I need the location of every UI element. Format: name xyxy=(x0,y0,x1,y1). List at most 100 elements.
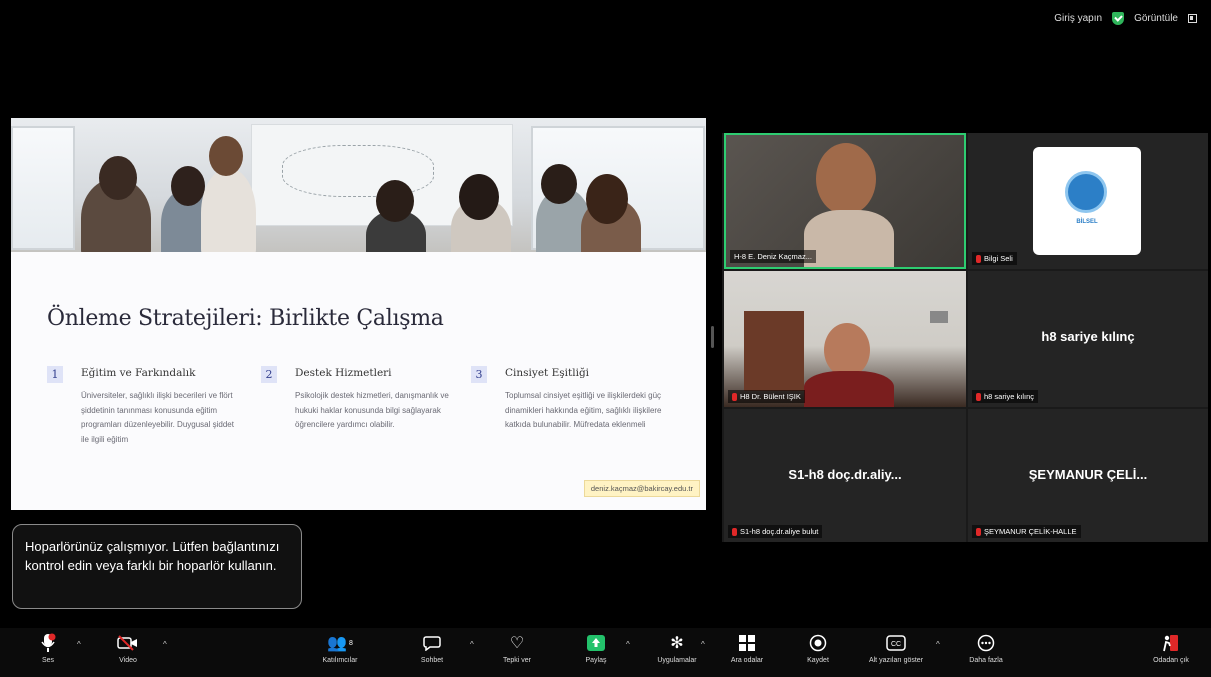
participant-face xyxy=(824,323,870,377)
chat-icon xyxy=(423,632,441,654)
more-button[interactable]: Daha fazla xyxy=(951,632,1021,664)
background-shelf xyxy=(744,311,804,391)
captions-button[interactable]: CC Alt yazıları göster xyxy=(861,632,931,664)
participant-body xyxy=(804,210,894,267)
logo-globe-icon xyxy=(1065,171,1107,213)
strategy-body: Üniversiteler, sağlıklı ilişki beceriler… xyxy=(81,391,234,444)
apps-options-caret-icon[interactable]: ^ xyxy=(701,640,705,649)
logo-text: BİLSEL xyxy=(1076,219,1098,225)
audio-button[interactable]: Ses xyxy=(13,632,83,664)
participant-tile[interactable]: H8 Dr. Bülent IŞIK xyxy=(724,271,966,407)
security-shield-icon[interactable] xyxy=(1112,12,1125,25)
apps-label: Uygulamalar xyxy=(657,657,697,664)
video-label: Video xyxy=(119,657,137,664)
strategy-number: 3 xyxy=(471,366,487,383)
share-label: Paylaş xyxy=(585,657,607,664)
participant-tile[interactable]: BİLSEL Bilgi Seli xyxy=(968,133,1208,269)
speaker-warning-toast: Hoparlörünüz çalışmıyor. Lütfen bağlantı… xyxy=(12,524,302,609)
mic-muted-icon xyxy=(976,254,981,263)
record-label: Kaydet xyxy=(807,657,829,664)
strategy-body: Toplumsal cinsiyet eşitliği ve ilişkiler… xyxy=(505,391,662,429)
leave-label: Odadan çık xyxy=(1153,657,1189,664)
video-options-caret-icon[interactable]: ^ xyxy=(163,640,167,649)
mic-muted-icon xyxy=(976,392,981,401)
participant-label: h8 sariye kılınç xyxy=(972,390,1039,403)
chat-label: Sohbet xyxy=(420,657,444,664)
breakout-rooms-button[interactable]: Ara odalar xyxy=(712,632,782,664)
breakout-rooms-icon xyxy=(738,632,756,654)
captions-label: Alt yazıları göster xyxy=(868,657,924,664)
mic-muted-icon xyxy=(976,527,981,536)
participant-label: Bilgi Seli xyxy=(972,252,1017,265)
view-button[interactable]: Görüntüle xyxy=(1134,13,1178,24)
participant-name: h8 sariye kılınç xyxy=(984,392,1035,401)
video-off-icon xyxy=(117,632,139,654)
shared-screen: Önleme Stratejileri: Birlikte Çalışma 1 … xyxy=(11,118,706,510)
react-button[interactable]: ♡ Tepki ver xyxy=(482,632,552,664)
participant-tile[interactable]: ŞEYMANUR ÇELİ... ŞEYMANUR ÇELİK-HALLE xyxy=(968,409,1208,542)
more-icon xyxy=(977,632,995,654)
participants-button[interactable]: 👥 8 Katılımcılar xyxy=(305,632,375,664)
share-screen-icon xyxy=(586,632,606,654)
participant-name: H-8 E. Deniz Kaçmaz... xyxy=(734,252,812,261)
record-icon xyxy=(809,632,827,654)
strategy-number: 1 xyxy=(47,366,63,383)
strategy-heading: Destek Hizmetleri xyxy=(295,367,392,379)
audio-label: Ses xyxy=(41,657,55,664)
more-label: Daha fazla xyxy=(969,657,1003,664)
participant-name: ŞEYMANUR ÇELİK-HALLE xyxy=(984,527,1077,536)
participant-tile[interactable]: H-8 E. Deniz Kaçmaz... xyxy=(724,133,966,269)
participant-label: S1-h8 doç.dr.aliye bulut xyxy=(728,525,823,538)
participant-label: H-8 E. Deniz Kaçmaz... xyxy=(730,250,816,263)
photo-person-head xyxy=(586,174,628,224)
photo-person-head xyxy=(209,136,243,176)
presenter-email: deniz.kaçmaz@bakircay.edu.tr xyxy=(583,480,700,497)
strategy-heading: Eğitim ve Farkındalık xyxy=(81,367,196,379)
mic-muted-icon xyxy=(732,527,737,536)
participant-label: H8 Dr. Bülent IŞIK xyxy=(728,390,805,403)
slide-title: Önleme Stratejileri: Birlikte Çalışma xyxy=(47,306,444,331)
signin-link[interactable]: Giriş yapın xyxy=(1054,13,1102,24)
strategy-number: 2 xyxy=(261,366,277,383)
participant-name: Bilgi Seli xyxy=(984,254,1013,263)
wall-outlet xyxy=(930,311,948,323)
participant-display-name: h8 sariye kılınç xyxy=(1041,329,1135,344)
react-label: Tepki ver xyxy=(502,657,531,664)
participant-tile[interactable]: h8 sariye kılınç h8 sariye kılınç xyxy=(968,271,1208,407)
share-button[interactable]: Paylaş xyxy=(561,632,631,664)
slide-photo xyxy=(11,118,706,252)
strategy-body: Psikolojik destek hizmetleri, danışmanlı… xyxy=(295,391,449,429)
participant-tile[interactable]: S1-h8 doç.dr.aliy... S1-h8 doç.dr.aliye … xyxy=(724,409,966,542)
participant-face xyxy=(816,143,876,215)
view-grid-icon[interactable] xyxy=(1188,14,1197,23)
mic-muted-icon xyxy=(732,392,737,401)
chat-button[interactable]: Sohbet xyxy=(397,632,467,664)
participants-label: Katılımcılar xyxy=(322,657,358,664)
participant-display-name: S1-h8 doç.dr.aliy... xyxy=(788,467,902,482)
video-button[interactable]: Video xyxy=(93,632,163,664)
leave-icon xyxy=(1161,632,1181,654)
photo-person xyxy=(201,168,256,252)
meeting-toolbar: Ses ^ Video ^ 👥 8 Katılımcılar Sohbet ^ ♡… xyxy=(0,628,1211,677)
svg-text:CC: CC xyxy=(891,641,901,648)
leave-button[interactable]: Odadan çık xyxy=(1136,632,1206,664)
breakout-rooms-label: Ara odalar xyxy=(730,657,764,664)
share-options-caret-icon[interactable]: ^ xyxy=(626,640,630,649)
audio-options-caret-icon[interactable]: ^ xyxy=(77,640,81,649)
photo-window-left xyxy=(11,126,75,250)
participant-name: H8 Dr. Bülent IŞIK xyxy=(740,392,801,401)
photo-person-head xyxy=(376,180,414,222)
chat-options-caret-icon[interactable]: ^ xyxy=(470,640,474,649)
captions-icon: CC xyxy=(886,632,906,654)
mic-muted-icon xyxy=(40,632,56,654)
heart-icon: ♡ xyxy=(509,635,525,652)
record-button[interactable]: Kaydet xyxy=(783,632,853,664)
participant-display-name: ŞEYMANUR ÇELİ... xyxy=(1028,467,1148,482)
apps-icon: ✻ xyxy=(670,635,684,652)
split-resize-handle[interactable] xyxy=(711,326,714,348)
top-bar: Giriş yapın Görüntüle xyxy=(0,0,1211,40)
participants-count: 8 xyxy=(349,639,353,647)
captions-options-caret-icon[interactable]: ^ xyxy=(936,640,940,649)
participants-icon: 👥 8 xyxy=(327,635,353,652)
photo-person-head xyxy=(459,174,499,220)
